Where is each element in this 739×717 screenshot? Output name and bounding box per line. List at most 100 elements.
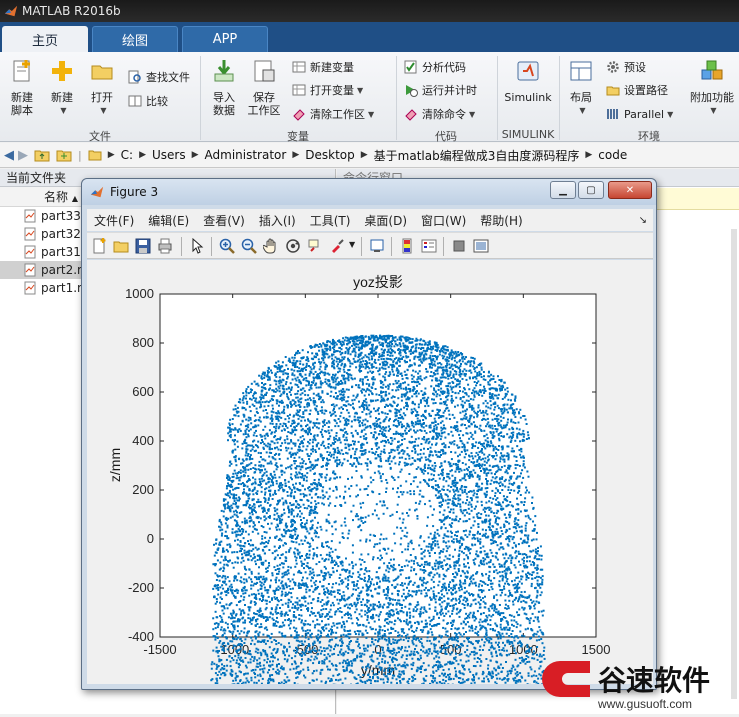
scatter-point xyxy=(215,627,217,629)
parallel-button[interactable]: Parallel▼ xyxy=(606,105,673,123)
addons-button[interactable]: 附加功能 ▼ xyxy=(688,58,736,117)
forward-icon[interactable]: ▶ xyxy=(18,148,28,163)
figure-titlebar[interactable]: Figure 3 ▁ ▢ ✕ xyxy=(82,179,656,205)
run-and-time-button[interactable]: 运行并计时 xyxy=(404,81,477,99)
scatter-point xyxy=(251,389,253,391)
scatter-point xyxy=(518,608,520,610)
import-data-button[interactable]: 导入 数据 xyxy=(204,58,244,117)
scatter-point xyxy=(468,395,470,397)
menu-desktop[interactable]: 桌面(D) xyxy=(364,212,407,229)
pan-hand-icon[interactable] xyxy=(263,238,279,254)
scatter-point xyxy=(453,562,455,564)
scatter-point xyxy=(308,458,310,460)
new-variable-button[interactable]: 新建变量 xyxy=(292,58,354,76)
scatter-plot[interactable]: yoz投影 y/mm z/mm -1500-1000-5000500100015… xyxy=(87,260,653,684)
scatter-point xyxy=(267,502,269,504)
scatter-point xyxy=(450,372,452,374)
scatter-point xyxy=(398,417,400,419)
close-button[interactable]: ✕ xyxy=(608,181,652,199)
menu-insert[interactable]: 插入(I) xyxy=(259,212,296,229)
compare-button[interactable]: 比较 xyxy=(128,92,168,110)
scatter-point xyxy=(512,645,514,647)
hide-plot-tools-icon[interactable] xyxy=(451,238,467,254)
scatter-point xyxy=(313,393,315,395)
new-figure-icon[interactable] xyxy=(91,238,107,254)
data-cursor-icon[interactable] xyxy=(307,238,323,254)
zoom-in-icon[interactable] xyxy=(219,238,235,254)
clear-commands-button[interactable]: 清除命令▼ xyxy=(404,105,475,123)
save-icon[interactable] xyxy=(135,238,151,254)
show-plot-tools-icon[interactable] xyxy=(473,238,489,254)
command-window-scrollbar[interactable] xyxy=(731,229,737,699)
pointer-icon[interactable] xyxy=(189,238,205,254)
scatter-point xyxy=(454,549,456,551)
new-script-button[interactable]: 新建 脚本 xyxy=(2,58,42,117)
new-button[interactable]: 新建 ▼ xyxy=(42,58,82,117)
menu-tools[interactable]: 工具(T) xyxy=(310,212,351,229)
scatter-point xyxy=(322,436,324,438)
rotate-3d-icon[interactable] xyxy=(285,238,301,254)
scatter-point xyxy=(328,432,330,434)
preferences-button[interactable]: 预设 xyxy=(606,58,646,76)
scatter-point xyxy=(328,546,330,548)
find-files-button[interactable]: 查找文件 xyxy=(128,68,190,86)
scatter-point xyxy=(325,624,327,626)
scatter-point xyxy=(394,667,396,669)
colorbar-icon[interactable] xyxy=(399,238,415,254)
scatter-point xyxy=(335,664,337,666)
back-icon[interactable]: ◀ xyxy=(4,148,14,163)
menu-window[interactable]: 窗口(W) xyxy=(421,212,466,229)
brush-icon[interactable] xyxy=(329,238,345,254)
open-file-icon[interactable] xyxy=(113,238,129,254)
minimize-button[interactable]: ▁ xyxy=(550,181,576,199)
figure-canvas[interactable]: yoz投影 y/mm z/mm -1500-1000-5000500100015… xyxy=(87,260,653,684)
breadcrumb-drive[interactable]: C: xyxy=(121,148,133,162)
browse-folder-icon[interactable] xyxy=(56,148,72,162)
scatter-point xyxy=(264,460,266,462)
menu-file[interactable]: 文件(F) xyxy=(94,212,134,229)
clear-workspace-button[interactable]: 清除工作区▼ xyxy=(292,105,374,123)
legend-icon[interactable] xyxy=(421,238,437,254)
scatter-point xyxy=(481,395,483,397)
scatter-point xyxy=(403,451,405,453)
tab-plots[interactable]: 绘图 xyxy=(92,26,178,52)
breadcrumb-desktop[interactable]: Desktop xyxy=(305,148,355,162)
zoom-out-icon[interactable] xyxy=(241,238,257,254)
print-icon[interactable] xyxy=(157,238,173,254)
menu-view[interactable]: 查看(V) xyxy=(203,212,245,229)
open-variable-button[interactable]: 打开变量▼ xyxy=(292,81,363,99)
brush-dropdown-icon[interactable]: ▼ xyxy=(349,240,355,249)
scatter-point xyxy=(252,448,254,450)
breadcrumb-code[interactable]: code xyxy=(598,148,627,162)
analyze-code-button[interactable]: 分析代码 xyxy=(404,58,466,76)
scatter-point xyxy=(219,544,221,546)
scatter-point xyxy=(316,387,318,389)
simulink-button[interactable]: Simulink xyxy=(502,58,554,104)
breadcrumb-user[interactable]: Administrator xyxy=(205,148,287,162)
scatter-point xyxy=(398,496,400,498)
scatter-point xyxy=(527,656,529,658)
maximize-button[interactable]: ▢ xyxy=(578,181,604,199)
scatter-point xyxy=(455,603,457,605)
scatter-point xyxy=(462,378,464,380)
scatter-point xyxy=(422,612,424,614)
tab-apps[interactable]: APP xyxy=(182,26,268,52)
set-path-button[interactable]: 设置路径 xyxy=(606,81,668,99)
scatter-point xyxy=(253,660,255,662)
scatter-point xyxy=(236,441,238,443)
link-plot-icon[interactable] xyxy=(369,238,385,254)
menubar-dock-arrow-icon[interactable]: ↘ xyxy=(639,215,647,226)
up-folder-icon[interactable] xyxy=(34,148,50,162)
scatter-point xyxy=(322,486,324,488)
save-workspace-button[interactable]: 保存 工作区 xyxy=(244,58,284,117)
menu-help[interactable]: 帮助(H) xyxy=(480,212,522,229)
layout-button[interactable]: 布局 ▼ xyxy=(561,58,601,117)
menu-edit[interactable]: 编辑(E) xyxy=(148,212,189,229)
open-button[interactable]: 打开 ▼ xyxy=(82,58,122,117)
breadcrumb-users[interactable]: Users xyxy=(152,148,186,162)
breadcrumb-project[interactable]: 基于matlab编程做成3自由度源码程序 xyxy=(374,147,580,164)
scatter-point xyxy=(278,489,280,491)
scatter-point xyxy=(520,538,522,540)
scatter-point xyxy=(318,574,320,576)
tab-home[interactable]: 主页 xyxy=(2,26,88,52)
